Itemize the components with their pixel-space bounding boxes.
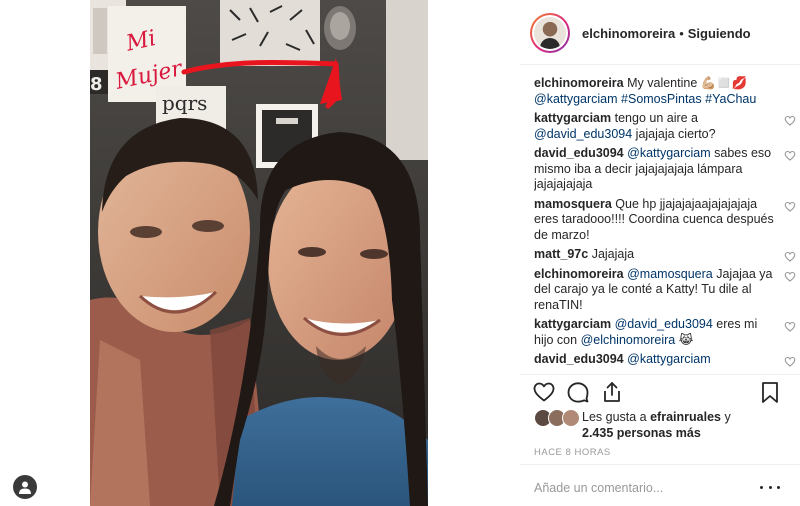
comment-item: mamosquera Que hp jjajajajaajajajajaja e… [534,197,796,244]
comment-like-heart-icon[interactable] [784,271,796,282]
comment-like-heart-icon[interactable] [784,356,796,367]
post-photo[interactable]: pqrs 8 Mi Mujer [90,0,428,506]
comment-input-divider [520,464,800,465]
post-timestamp[interactable]: HACE 8 HORAS [534,447,611,458]
avatar-image [534,17,566,49]
comment-username[interactable]: elchinomoreira [534,267,624,281]
share-icon[interactable] [600,380,624,404]
likes-joiner: y [720,410,731,424]
header-separator-dot: • [679,25,684,41]
comment-text: Jajajaja [591,247,635,261]
avatar[interactable] [530,13,570,53]
comment-username[interactable]: matt_97c [534,247,588,261]
comment-like-heart-icon[interactable] [784,150,796,161]
comment-username[interactable]: david_edu3094 [534,146,624,160]
author-username[interactable]: elchinomoreira [582,26,675,41]
comment-text: 😹 [675,332,694,347]
more-options-icon[interactable] [760,478,780,496]
comment-like-heart-icon[interactable] [784,251,796,262]
header-divider [520,64,800,65]
likes-text: Les gusta a efrainruales y 2.435 personas… [582,410,794,441]
post-header: elchinomoreira • Siguiendo [530,12,792,54]
comment-mention[interactable]: @mamosquera [627,267,713,281]
comment-item: matt_97c Jajajaja [534,247,796,263]
comment-mention[interactable]: @kattygarciam [627,146,711,160]
comment-item: david_edu3094 @kattygarciam sabes eso mi… [534,146,796,193]
comment-username[interactable]: kattygarciam [534,111,611,125]
liker-avatars [534,409,582,427]
actions-divider [520,374,800,375]
add-comment-input[interactable] [534,480,754,496]
comment-bubble-icon[interactable] [566,380,590,404]
comment-mention[interactable]: @david_edu3094 [534,127,632,141]
comment-username[interactable]: kattygarciam [534,317,611,331]
comment-mention[interactable]: @david_edu3094 [615,317,713,331]
action-bar [532,380,782,406]
comment-mention[interactable]: @kattygarciam [627,352,711,366]
likes-prefix: Les gusta a [582,410,651,424]
comment-like-heart-icon[interactable] [784,321,796,332]
comment-mention[interactable]: #SomosPintas [621,92,702,106]
comment-mention[interactable]: @kattygarciam [534,92,618,106]
svg-text:pqrs: pqrs [162,91,207,115]
comment-username[interactable]: david_edu3094 [534,352,624,366]
comment-like-heart-icon[interactable] [784,201,796,212]
comment-like-heart-icon[interactable] [784,115,796,126]
bookmark-icon[interactable] [758,380,782,404]
comment-item: kattygarciam @david_edu3094 eres mi hijo… [534,317,796,348]
comment-item: david_edu3094 @kattygarciam [534,352,796,368]
comment-username[interactable]: elchinomoreira [534,76,624,90]
user-profile-icon[interactable] [13,475,37,499]
comment-mention[interactable]: #YaChau [705,92,756,106]
comments-list[interactable]: elchinomoreira My valentine 💪🏼◻️💋 @katty… [534,76,796,374]
heart-icon[interactable] [532,380,556,404]
comment-username[interactable]: mamosquera [534,197,612,211]
left-margin [0,0,90,506]
likes-summary[interactable]: Les gusta a efrainruales y 2.435 personas… [534,409,792,441]
comment-item: elchinomoreira @mamosquera Jajajaa ya de… [534,267,796,314]
first-liker[interactable]: efrainruales [650,410,721,424]
post-photo-illustration: pqrs 8 Mi Mujer [90,0,428,506]
comment-text: jajajaja cierto? [632,126,716,141]
post-details-panel: elchinomoreira • Siguiendo elchinomoreir… [520,0,800,506]
likes-others[interactable]: 2.435 personas más [582,426,701,440]
svg-text:8: 8 [90,74,103,95]
comment-mention[interactable]: @elchinomoreira [581,333,676,347]
comment-text: My valentine 💪🏼◻️💋 [627,76,748,90]
comment-item: elchinomoreira My valentine 💪🏼◻️💋 @katty… [534,76,796,107]
comment-text: tengo un aire a [614,111,699,125]
follow-status-button[interactable]: Siguiendo [688,26,751,41]
comment-item: kattygarciam tengo un aire a @david_edu3… [534,111,796,142]
avatar [562,409,580,427]
